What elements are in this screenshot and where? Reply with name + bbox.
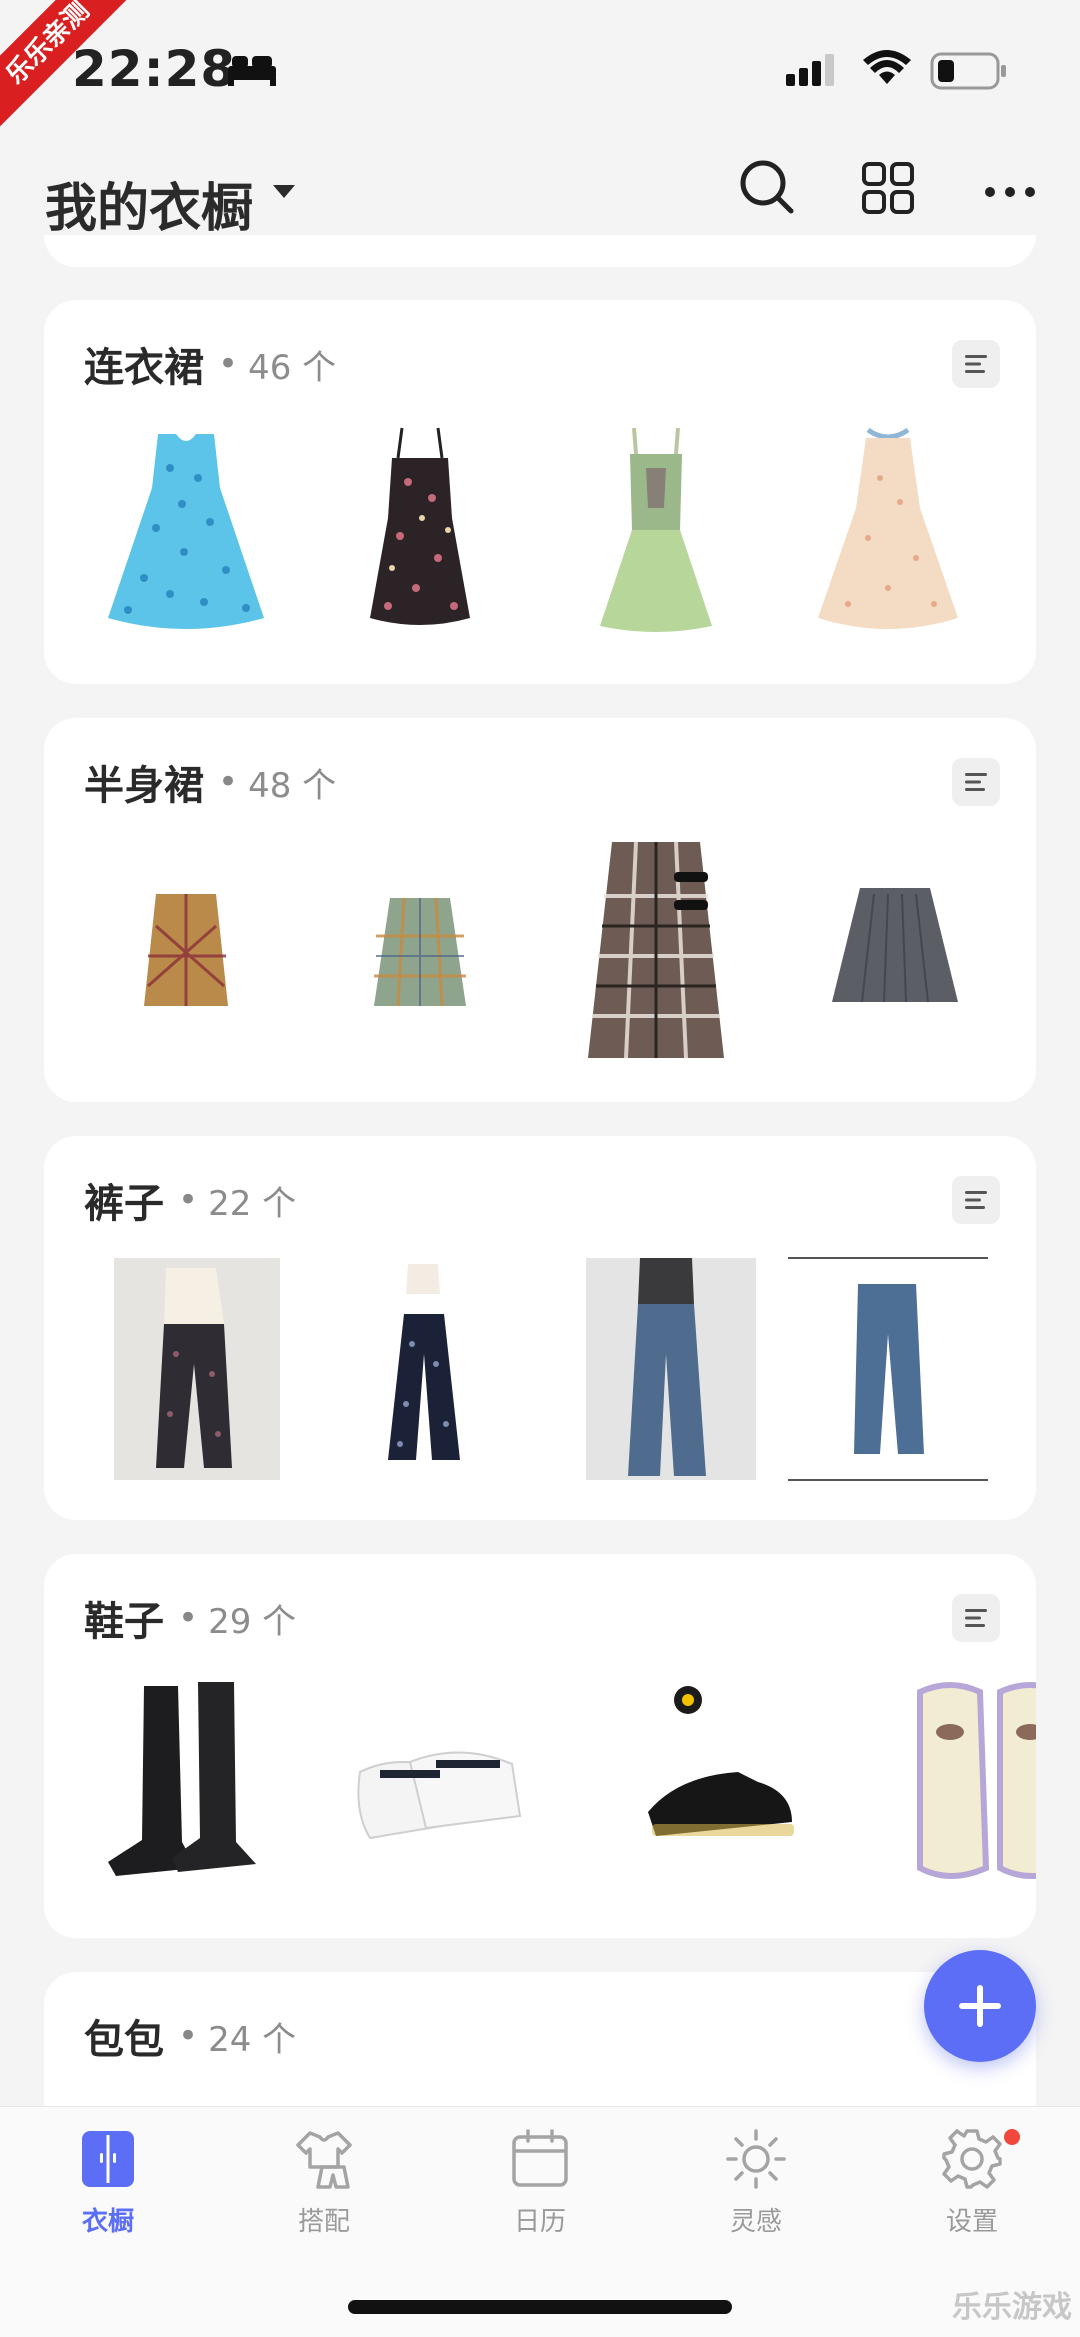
status-bar: 乐乐亲测 22:28: [0, 0, 1080, 140]
battery-icon: [930, 52, 1006, 90]
brown-plaid-kilt-thumbnail[interactable]: [556, 836, 756, 1076]
tab-calendar[interactable]: 日历: [470, 2127, 610, 2257]
search-icon[interactable]: [738, 158, 796, 216]
notification-dot: [1004, 2129, 1020, 2145]
category-count: 22 个: [208, 1183, 297, 1224]
separator-dot: •: [178, 1180, 199, 1220]
sleep-mode-icon: [228, 56, 276, 86]
lilac-sneakers-thumbnail[interactable]: [890, 1672, 1036, 1912]
outfit-icon: [296, 2131, 352, 2189]
tab-label: 设置: [945, 2207, 998, 2237]
sort-button[interactable]: [952, 758, 1000, 806]
wifi-icon: [863, 50, 911, 84]
status-time: 22:28: [72, 40, 237, 98]
list-sort-icon: [965, 773, 987, 791]
grey-pleated-skirt-thumbnail[interactable]: [788, 836, 988, 1076]
sun-icon: [726, 2129, 786, 2189]
category-card-pants[interactable]: 裤子 • 22 个: [44, 1136, 1036, 1520]
dark-printed-trousers-thumbnail[interactable]: [86, 1254, 286, 1494]
category-count: 46 个: [248, 347, 337, 388]
sort-button[interactable]: [952, 1594, 1000, 1642]
wardrobe-icon: [82, 2131, 134, 2187]
calendar-icon: [512, 2129, 568, 2187]
add-item-button[interactable]: [924, 1950, 1036, 2062]
category-card-dresses[interactable]: 连衣裙 • 46 个: [44, 300, 1036, 684]
green-corset-dress-thumbnail[interactable]: [556, 418, 756, 658]
green-plaid-skirt-thumbnail[interactable]: [320, 836, 520, 1076]
separator-dot: •: [178, 1598, 199, 1638]
separator-dot: •: [218, 344, 239, 384]
black-lace-up-boots-thumbnail[interactable]: [86, 1672, 286, 1912]
cellular-signal-icon: [786, 54, 834, 86]
category-header: 包包 • 24 个: [84, 2008, 296, 2064]
white-mary-janes-thumbnail[interactable]: [340, 1672, 540, 1912]
tab-label: 衣橱: [81, 2207, 134, 2237]
plus-icon: [959, 1985, 1001, 2027]
list-sort-icon: [965, 355, 987, 373]
category-count: 24 个: [208, 2019, 297, 2060]
tab-inspiration[interactable]: 灵感: [686, 2127, 826, 2257]
blue-wide-jeans-thumbnail[interactable]: [556, 1254, 756, 1494]
black-oxford-shoes-thumbnail[interactable]: [618, 1672, 818, 1912]
separator-dot: •: [218, 762, 239, 802]
brown-plaid-skirt-thumbnail[interactable]: [86, 836, 286, 1076]
item-thumbnails: [44, 836, 1036, 1076]
blue-straight-jeans-thumbnail[interactable]: [788, 1254, 988, 1494]
category-name: 包包: [84, 2017, 164, 2063]
blue-polka-dot-dress-thumbnail[interactable]: [86, 418, 286, 658]
category-name: 半身裙: [84, 763, 204, 809]
grid-view-icon[interactable]: [862, 162, 914, 214]
category-count: 48 个: [248, 765, 337, 806]
wardrobe-title[interactable]: 我的衣橱: [45, 166, 253, 241]
category-name: 连衣裙: [84, 345, 204, 391]
peach-floral-dress-thumbnail[interactable]: [788, 418, 988, 658]
tab-label: 灵感: [729, 2207, 782, 2237]
category-name: 裤子: [84, 1181, 164, 1227]
previous-card-edge: [44, 235, 1036, 267]
list-sort-icon: [965, 1191, 987, 1209]
category-card-skirts[interactable]: 半身裙 • 48 个: [44, 718, 1036, 1102]
tab-wardrobe[interactable]: 衣橱: [38, 2127, 178, 2257]
item-thumbnails: [44, 1254, 1036, 1494]
tab-label: 日历: [513, 2207, 566, 2237]
home-indicator[interactable]: [348, 2300, 732, 2314]
navy-dotted-trousers-thumbnail[interactable]: [320, 1254, 520, 1494]
tab-label: 搭配: [297, 2207, 350, 2237]
item-thumbnails: [44, 1672, 1036, 1912]
tab-outfit[interactable]: 搭配: [254, 2127, 394, 2257]
sort-button[interactable]: [952, 1176, 1000, 1224]
category-header: 裤子 • 22 个: [84, 1172, 296, 1228]
more-options-icon[interactable]: [984, 186, 1036, 198]
caret-down-icon[interactable]: [270, 182, 298, 202]
category-count: 29 个: [208, 1601, 297, 1642]
gear-icon: [942, 2129, 1002, 2189]
separator-dot: •: [178, 2016, 199, 2056]
category-name: 鞋子: [84, 1599, 164, 1645]
sort-button[interactable]: [952, 340, 1000, 388]
watermark: 乐乐游戏: [952, 2290, 1072, 2325]
list-sort-icon: [965, 1609, 987, 1627]
tab-settings[interactable]: 设置: [902, 2127, 1042, 2257]
category-card-shoes[interactable]: 鞋子 • 29 个: [44, 1554, 1036, 1938]
category-header: 半身裙 • 48 个: [84, 754, 336, 810]
category-header: 鞋子 • 29 个: [84, 1590, 296, 1646]
black-floral-dress-thumbnail[interactable]: [320, 418, 520, 658]
item-thumbnails: [44, 418, 1036, 658]
category-header: 连衣裙 • 46 个: [84, 336, 336, 392]
